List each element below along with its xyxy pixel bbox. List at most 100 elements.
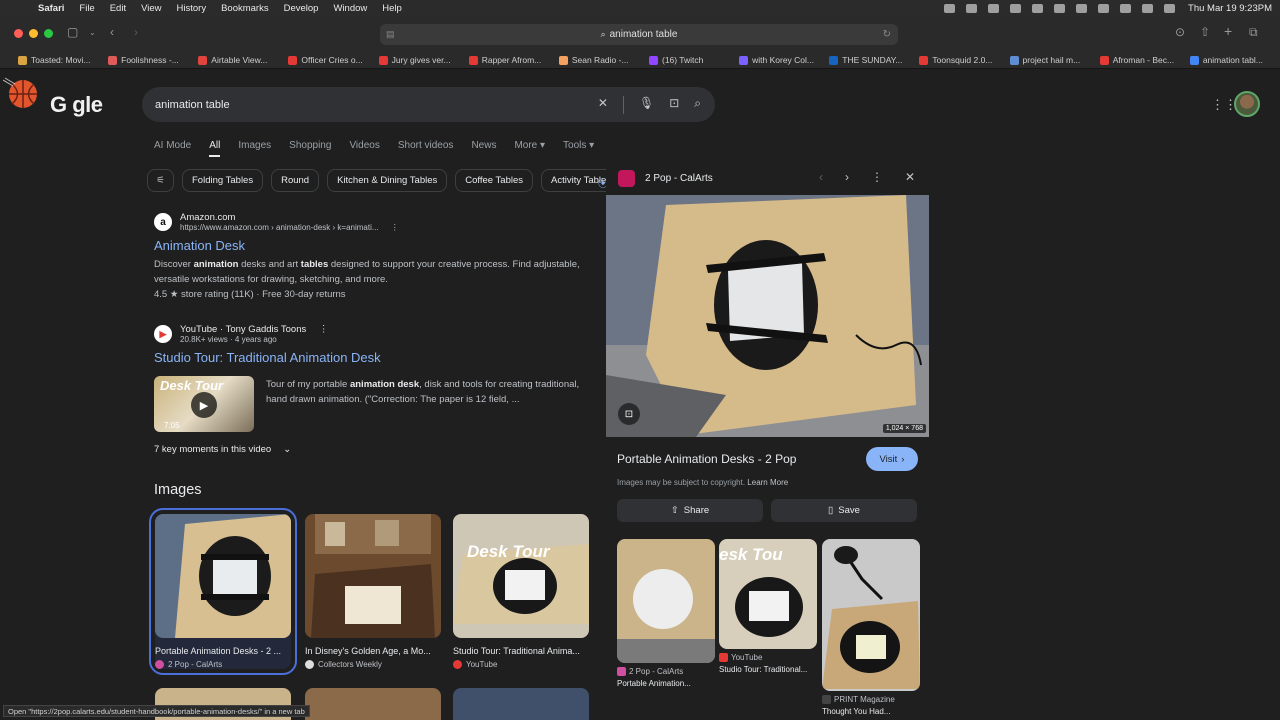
search-input[interactable]: animation table ✕ 🎙︎ ⊡ ⌕ <box>142 87 715 122</box>
image-thumbnail[interactable] <box>305 514 441 638</box>
related-caption[interactable]: Thought You Had... <box>822 707 920 716</box>
menu-file[interactable]: File <box>79 3 94 14</box>
share-button[interactable]: ⇧ Share <box>617 499 763 522</box>
search-icon[interactable]: ⌕ <box>694 96 701 114</box>
more-options-icon[interactable]: ⋮ <box>871 170 883 184</box>
related-image-card[interactable]: 2 Pop - CalArts Portable Animation... <box>617 539 715 688</box>
camera-lens-icon[interactable]: ⊡ <box>669 96 679 114</box>
bookmark-item[interactable]: project hail m... <box>1009 55 1100 65</box>
google-logo[interactable]: G gle <box>50 92 103 118</box>
menu-history[interactable]: History <box>177 3 207 14</box>
bookmark-item[interactable]: THE SUNDAY... <box>829 55 919 65</box>
status-icon[interactable] <box>966 3 978 13</box>
bookmark-item[interactable]: Foolishness -... <box>108 55 198 65</box>
learn-more-link[interactable]: Learn More <box>747 478 788 487</box>
reload-icon[interactable]: ↻ <box>883 29 891 40</box>
microphone-icon[interactable]: 🎙︎ <box>639 96 654 114</box>
bookmark-item[interactable]: Officer Cries o... <box>288 55 378 65</box>
back-icon[interactable]: ‹ <box>110 25 114 39</box>
menu-app-safari[interactable]: Safari <box>38 3 64 14</box>
save-button[interactable]: ▯ Save <box>771 499 917 522</box>
status-icon[interactable] <box>1010 3 1022 13</box>
panel-source[interactable]: 2 Pop - CalArts <box>618 170 713 187</box>
page-settings-icon[interactable]: ▤ <box>386 29 395 40</box>
image-caption[interactable]: Studio Tour: Traditional Anima... <box>453 646 589 656</box>
tab-all[interactable]: All <box>209 140 221 157</box>
clear-icon[interactable]: ✕ <box>598 96 608 114</box>
image-thumbnail[interactable] <box>305 688 441 720</box>
bookmark-item[interactable]: Airtable View... <box>198 55 288 65</box>
visit-button[interactable]: Visit › <box>866 447 918 471</box>
tab-overview-icon[interactable]: ⧉ <box>1249 25 1258 40</box>
video-thumbnail[interactable]: Desk Tour ▶ 7:05 <box>154 376 254 432</box>
related-thumbnail[interactable] <box>617 539 715 663</box>
bookmark-item[interactable]: animation tabl... <box>1189 55 1280 65</box>
more-options-icon[interactable]: ⋮ <box>319 324 329 335</box>
close-window-button[interactable] <box>14 29 23 38</box>
related-caption[interactable]: Portable Animation... <box>617 679 715 688</box>
share-icon[interactable]: ⇧ <box>1200 25 1210 39</box>
related-image-card[interactable]: PRINT Magazine Thought You Had... <box>822 539 920 716</box>
downloads-icon[interactable]: ⊙ <box>1175 25 1185 39</box>
image-card[interactable]: In Disney's Golden Age, a Mo... Collecto… <box>305 514 441 669</box>
status-icon[interactable] <box>988 3 1000 13</box>
bookmark-item[interactable]: Afroman - Bec... <box>1099 55 1190 65</box>
menu-window[interactable]: Window <box>333 3 367 14</box>
menubar-clock[interactable]: Thu Mar 19 9:23PM <box>1188 3 1272 14</box>
tab-videos[interactable]: Videos <box>349 140 379 157</box>
bookmark-item[interactable]: (16) Twitch <box>648 55 739 65</box>
result-title[interactable]: Animation Desk <box>154 238 594 253</box>
tab-ai-mode[interactable]: AI Mode <box>154 140 191 157</box>
result-source[interactable]: a Amazon.com https://www.amazon.com › an… <box>154 212 594 232</box>
related-thumbnail[interactable] <box>822 539 920 691</box>
filter-settings-icon[interactable]: ⚟ <box>147 169 174 192</box>
zoom-window-button[interactable] <box>44 29 53 38</box>
related-image-card[interactable]: esk Tou YouTube Studio Tour: Traditional… <box>719 539 817 674</box>
menu-bookmarks[interactable]: Bookmarks <box>221 3 269 14</box>
image-thumbnail[interactable] <box>453 688 589 720</box>
lens-search-icon[interactable]: ⊡ <box>618 403 640 425</box>
more-options-icon[interactable]: ⋮ <box>391 223 399 232</box>
status-icon[interactable] <box>1098 3 1110 13</box>
avatar[interactable] <box>1234 91 1260 117</box>
wifi-icon[interactable] <box>1120 3 1132 13</box>
preview-image[interactable]: ⊡ 1,024 × 768 <box>606 195 929 437</box>
new-tab-icon[interactable]: + <box>1224 23 1232 39</box>
result-source[interactable]: ▶ YouTube · Tony Gaddis Toons ⋮ 20.8K+ v… <box>154 324 594 344</box>
bookmark-item[interactable]: Toonsquid 2.0... <box>919 55 1009 65</box>
status-icon[interactable] <box>1032 3 1044 13</box>
tab-short-videos[interactable]: Short videos <box>398 140 454 157</box>
next-icon[interactable]: › <box>845 170 849 184</box>
address-bar[interactable]: ▤ ⌕ animation table ↻ <box>380 24 898 45</box>
image-thumbnail[interactable]: Desk Tour <box>453 514 589 638</box>
image-thumbnail[interactable] <box>155 514 291 638</box>
bookmark-item[interactable]: Rapper Afrom... <box>468 55 559 65</box>
panel-title[interactable]: Portable Animation Desks - 2 Pop <box>617 452 796 466</box>
sidebar-toggle-icon[interactable]: ▢ <box>67 25 78 39</box>
image-card[interactable]: Portable Animation Desks - 2 ... 2 Pop -… <box>149 508 297 675</box>
image-caption[interactable]: Portable Animation Desks - 2 ... <box>155 646 291 656</box>
menu-develop[interactable]: Develop <box>284 3 319 14</box>
tab-news[interactable]: News <box>471 140 496 157</box>
tab-more[interactable]: More ▾ <box>514 140 545 157</box>
battery-icon[interactable] <box>1142 3 1154 13</box>
minimize-window-button[interactable] <box>29 29 38 38</box>
key-moments-toggle[interactable]: 7 key moments in this video ⌄ <box>154 444 291 455</box>
status-icon[interactable] <box>944 3 956 13</box>
related-thumbnail[interactable]: esk Tou <box>719 539 817 649</box>
status-icon[interactable] <box>1076 3 1088 13</box>
tab-shopping[interactable]: Shopping <box>289 140 331 157</box>
menu-edit[interactable]: Edit <box>110 3 126 14</box>
menu-view[interactable]: View <box>141 3 161 14</box>
forward-icon[interactable]: › <box>134 25 138 39</box>
related-caption[interactable]: Studio Tour: Traditional... <box>719 665 817 674</box>
control-center-icon[interactable] <box>1164 3 1176 13</box>
image-card[interactable]: Desk Tour Studio Tour: Traditional Anima… <box>453 514 589 669</box>
chip-folding-tables[interactable]: Folding Tables <box>182 169 264 192</box>
status-icon[interactable] <box>1054 3 1066 13</box>
tab-images[interactable]: Images <box>238 140 271 157</box>
sidebar-chevron-icon[interactable]: ⌄ <box>89 28 96 37</box>
menu-help[interactable]: Help <box>382 3 402 14</box>
tab-tools[interactable]: Tools ▾ <box>563 140 594 157</box>
chip-kitchen-dining[interactable]: Kitchen & Dining Tables <box>327 169 448 192</box>
